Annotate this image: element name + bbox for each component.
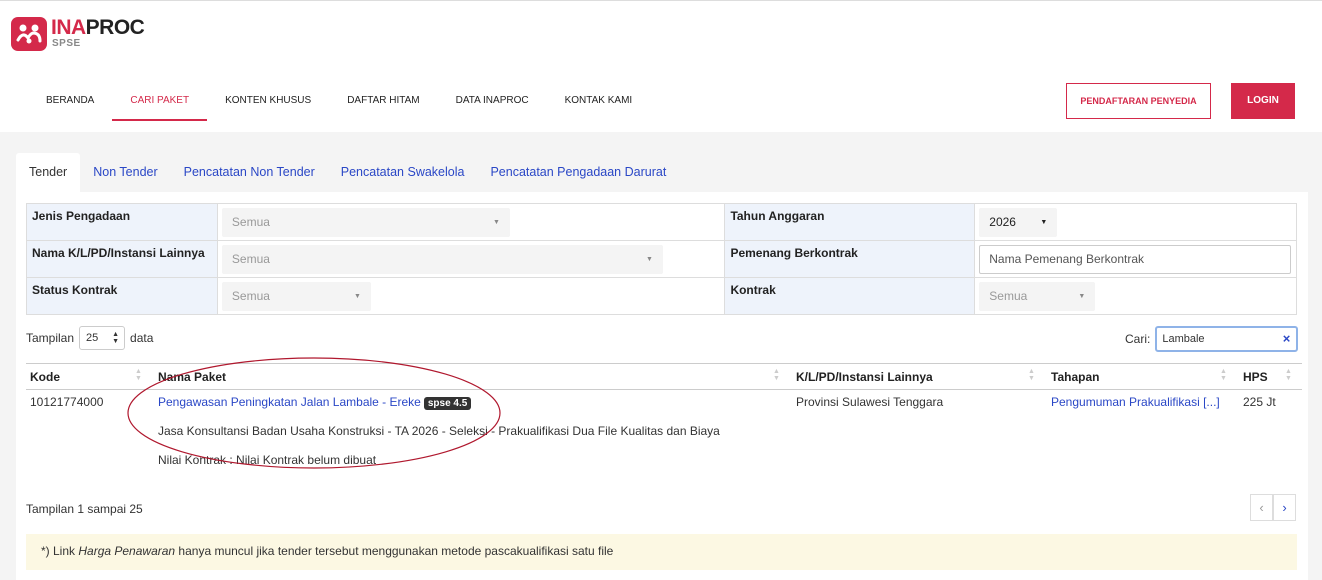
main-nav: BERANDA CARI PAKET KONTEN KHUSUS DAFTAR … — [28, 83, 650, 121]
nav-daftar-hitam[interactable]: DAFTAR HITAM — [329, 83, 437, 121]
table-header: Kode ▲ ▼ Nama Paket ▲ ▼ K/L/PD/Instansi La… — [26, 363, 1302, 390]
chevron-down-icon: ▼ — [1078, 293, 1086, 300]
chevron-down-icon: ▼ — [492, 219, 500, 226]
pagination: ‹ › — [1250, 494, 1296, 521]
content-panel: Jenis Pengadaan Semua ▼ Tahun Anggaran 20… — [16, 192, 1308, 580]
page-size-control: Tampilan 25 ▲ ▼ data — [26, 326, 153, 350]
row-nama-cell: Pengawasan Peningkatan Jalan Lambale - E… — [158, 395, 472, 410]
note-emphasis: Harga Penawaran — [78, 544, 176, 558]
instansi-label: Nama K/L/PD/Instansi Lainnya — [26, 240, 218, 278]
spinner-icon: ▲ ▼ — [112, 331, 120, 345]
jenis-pengadaan-select[interactable]: Semua ▼ — [221, 208, 510, 237]
status-kontrak-select[interactable]: Semua ▼ — [221, 282, 371, 311]
search-label: Cari: — [1125, 332, 1151, 346]
status-kontrak-value: Semua — [231, 289, 270, 303]
status-kontrak-label: Status Kontrak — [26, 277, 218, 315]
jenis-pengadaan-value: Semua — [231, 215, 270, 229]
table-row: 10121774000 Pengawasan Peningkatan Jalan… — [26, 390, 1302, 480]
brand-sub: SPSE — [52, 38, 81, 49]
nav-konten-khusus[interactable]: KONTEN KHUSUS — [207, 83, 329, 121]
chevron-down-icon: ▼ — [353, 293, 361, 300]
brand-proc: PROC — [85, 16, 145, 39]
filter-table: Jenis Pengadaan Semua ▼ Tahun Anggaran 20… — [26, 203, 1297, 315]
next-page-button[interactable]: › — [1273, 494, 1296, 521]
category-tabs: Tender Non Tender Pencatatan Non Tender … — [16, 153, 679, 193]
kontrak-value: Semua — [989, 289, 1028, 303]
tab-pencatatan-swakelola[interactable]: Pencatatan Swakelola — [328, 153, 478, 193]
brand-ina: INA — [51, 16, 86, 39]
sort-icon[interactable]: ▲ ▼ — [1285, 368, 1292, 382]
data-label: data — [130, 331, 154, 345]
kontrak-select[interactable]: Semua ▼ — [979, 282, 1096, 311]
register-button[interactable]: PENDAFTARAN PENYEDIA — [1066, 83, 1211, 119]
instansi-value: Semua — [231, 252, 270, 266]
search-value: Lambale — [1162, 333, 1205, 345]
pemenang-label: Pemenang Berkontrak — [724, 240, 976, 278]
tahapan-link[interactable]: Pengumuman Prakualifikasi [...] — [1051, 395, 1220, 409]
tab-pencatatan-non-tender[interactable]: Pencatatan Non Tender — [171, 153, 328, 193]
inaproc-logo-icon[interactable] — [11, 17, 47, 51]
col-tahapan[interactable]: Tahapan — [1051, 370, 1099, 384]
login-button[interactable]: LOGIN — [1231, 83, 1295, 119]
kontrak-label: Kontrak — [724, 277, 976, 315]
prev-page-button[interactable]: ‹ — [1250, 494, 1273, 521]
note-prefix: *) Link — [41, 544, 79, 558]
nav-data-inaproc[interactable]: DATA INAPROC — [438, 83, 547, 121]
paket-link[interactable]: Pengawasan Peningkatan Jalan Lambale - E… — [158, 395, 421, 409]
tab-non-tender[interactable]: Non Tender — [80, 153, 170, 193]
tab-tender[interactable]: Tender — [16, 153, 81, 193]
col-nama-paket[interactable]: Nama Paket — [158, 370, 226, 384]
col-instansi[interactable]: K/L/PD/Instansi Lainnya — [796, 370, 933, 384]
search-control: Cari: Lambale × — [1125, 326, 1299, 352]
row-nilai-kontrak: Nilai Kontrak : Nilai Kontrak belum dibu… — [158, 453, 377, 467]
nav-beranda[interactable]: BERANDA — [28, 83, 112, 121]
pemenang-input[interactable]: Nama Pemenang Berkontrak — [979, 245, 1292, 274]
close-icon[interactable]: × — [1283, 328, 1291, 350]
tahun-anggaran-select[interactable]: 2026 ▼ — [979, 208, 1058, 237]
page-size-select[interactable]: 25 ▲ ▼ — [79, 326, 126, 350]
chevron-down-icon: ▼ — [1040, 219, 1048, 226]
sort-icon[interactable]: ▲ ▼ — [1028, 368, 1035, 382]
row-detail: Jasa Konsultansi Badan Usaha Konstruksi … — [158, 424, 720, 438]
pagination-info: Tampilan 1 sampai 25 — [26, 502, 143, 516]
show-label: Tampilan — [26, 331, 75, 345]
jenis-pengadaan-label: Jenis Pengadaan — [26, 203, 218, 241]
spse-badge: spse 4.5 — [423, 397, 472, 410]
chevron-down-icon: ▼ — [645, 256, 653, 263]
col-kode[interactable]: Kode — [30, 370, 60, 384]
info-note: *) Link Harga Penawaran hanya muncul jik… — [26, 534, 1297, 570]
nav-kontak-kami[interactable]: KONTAK KAMI — [547, 83, 651, 121]
tab-pencatatan-darurat[interactable]: Pencatatan Pengadaan Darurat — [477, 153, 679, 193]
instansi-select[interactable]: Semua ▼ — [221, 245, 663, 274]
brand-name: INAPROC — [51, 16, 145, 39]
header: INAPROC SPSE BERANDA CARI PAKET KONTEN K… — [0, 0, 1322, 132]
page-size-value: 25 — [86, 332, 99, 344]
sort-icon[interactable]: ▲ ▼ — [773, 368, 780, 382]
row-kode: 10121774000 — [30, 395, 104, 409]
note-suffix: hanya muncul jika tender tersebut menggu… — [175, 544, 614, 558]
sort-icon[interactable]: ▲ ▼ — [135, 368, 142, 382]
search-input[interactable]: Lambale × — [1155, 326, 1299, 352]
nav-cari-paket[interactable]: CARI PAKET — [112, 83, 208, 121]
tahun-anggaran-value: 2026 — [989, 215, 1016, 229]
tahun-anggaran-label: Tahun Anggaran — [724, 203, 976, 241]
row-instansi: Provinsi Sulawesi Tenggara — [796, 395, 944, 409]
col-hps[interactable]: HPS — [1243, 370, 1268, 384]
sort-icon[interactable]: ▲ ▼ — [1220, 368, 1227, 382]
row-hps: 225 Jt — [1243, 395, 1276, 409]
